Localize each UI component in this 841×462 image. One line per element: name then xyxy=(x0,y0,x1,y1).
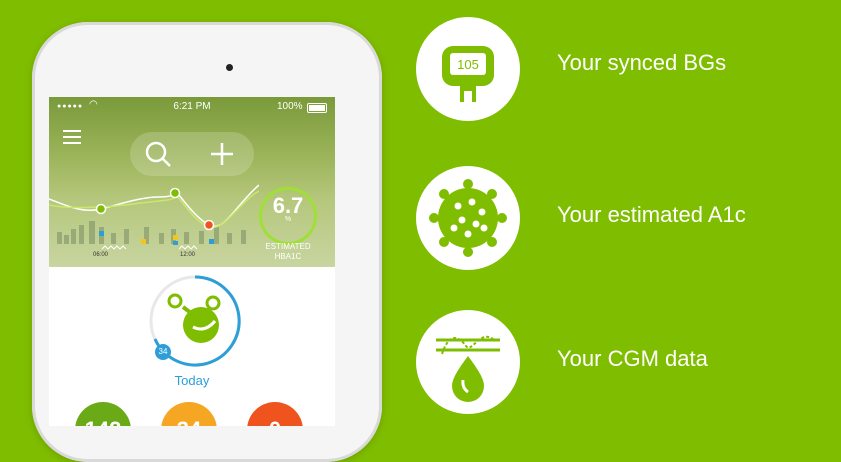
feature-estimated-a1c: Your estimated A1c xyxy=(557,202,746,227)
app-screen: ●●●●● ◠ 6:21 PM 100% 06:00 12:00 6.7 % E… xyxy=(49,97,335,426)
glucose-meter-icon: 105 xyxy=(416,17,520,121)
phone-camera xyxy=(226,64,233,71)
status-bar: ●●●●● ◠ 6:21 PM 100% xyxy=(49,99,335,114)
chart-tick-0600: 06:00 xyxy=(93,252,109,258)
feature-synced-bgs: Your synced BGs xyxy=(557,50,727,75)
search-icon[interactable] xyxy=(145,141,171,167)
monster-count-badge: 34 xyxy=(155,344,171,360)
stat-circle-green[interactable]: 142 xyxy=(75,402,131,426)
a1c-cell-icon xyxy=(416,166,520,270)
a1c-label: ESTIMATED HBA1C xyxy=(265,242,311,261)
menu-icon[interactable] xyxy=(63,130,81,144)
add-icon[interactable] xyxy=(211,143,233,165)
chart-tick-1200: 12:00 xyxy=(180,252,196,258)
cgm-drop-icon xyxy=(416,310,520,414)
a1c-unit: % xyxy=(284,216,292,223)
glucose-trend-chart xyxy=(49,184,259,250)
battery-icon xyxy=(307,103,327,113)
svg-text:105: 105 xyxy=(457,57,479,72)
battery-percent: 100% xyxy=(277,101,303,112)
action-pill xyxy=(130,132,254,176)
feature-cgm-data: Your CGM data xyxy=(557,346,708,371)
app-header: ●●●●● ◠ 6:21 PM 100% 06:00 12:00 6.7 % E… xyxy=(49,97,335,267)
today-label: Today xyxy=(174,373,210,388)
stat-circle-orange[interactable]: 34 xyxy=(161,402,217,426)
stat-circle-red[interactable]: 0 xyxy=(247,402,303,426)
a1c-ring[interactable]: 6.7 % xyxy=(259,187,317,245)
